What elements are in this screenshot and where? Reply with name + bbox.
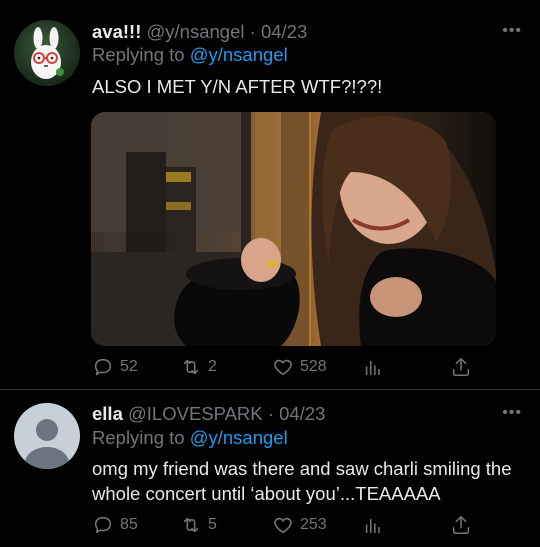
like-icon <box>274 359 292 376</box>
replying-to-handle[interactable]: @y/nsangel <box>190 427 288 448</box>
retweet-button[interactable]: 5 <box>180 514 217 536</box>
retweet-count: 2 <box>208 358 217 375</box>
like-icon <box>274 517 292 534</box>
replying-to: Replying to @y/nsangel <box>92 427 288 449</box>
tweet[interactable]: ella @ILOVESPARK · 04/23 ••• Replying to… <box>0 389 540 547</box>
avatar[interactable] <box>14 20 80 86</box>
default-profile-icon <box>25 419 69 469</box>
reply-count: 52 <box>120 358 138 375</box>
display-name[interactable]: ella <box>92 403 123 424</box>
reply-button[interactable]: 52 <box>92 356 138 378</box>
replying-label: Replying to <box>92 427 185 448</box>
retweet-count: 5 <box>208 516 217 533</box>
like-button[interactable]: 253 <box>272 514 327 536</box>
views-button[interactable] <box>362 514 384 536</box>
handle[interactable]: @ILOVESPARK <box>128 403 263 424</box>
timestamp[interactable]: 04/23 <box>279 403 325 424</box>
like-button[interactable]: 528 <box>272 356 327 378</box>
tweet-header: ella @ILOVESPARK · 04/23 <box>92 403 326 424</box>
tweet-photo[interactable] <box>91 112 496 346</box>
replying-to: Replying to @y/nsangel <box>92 44 288 66</box>
like-count: 528 <box>300 358 327 375</box>
replying-to-handle[interactable]: @y/nsangel <box>190 44 288 65</box>
views-icon <box>365 518 380 534</box>
tweet-header: ava!!! @y/nsangel · 04/23 <box>92 21 308 42</box>
action-bar: 85 5 253 <box>92 514 482 540</box>
tweet-text: omg my friend was there and saw charli s… <box>92 458 512 504</box>
timestamp[interactable]: 04/23 <box>261 21 307 42</box>
views-button[interactable] <box>362 356 384 378</box>
bunny-avatar-icon <box>31 27 64 79</box>
action-bar: 52 2 528 <box>92 356 482 382</box>
reply-icon <box>94 358 112 376</box>
tweet[interactable]: ava!!! @y/nsangel · 04/23 ••• Replying t… <box>0 0 540 389</box>
like-count: 253 <box>300 516 327 533</box>
retweet-icon <box>183 517 199 533</box>
retweet-button[interactable]: 2 <box>180 356 217 378</box>
share-icon <box>452 515 470 535</box>
avatar[interactable] <box>14 403 80 469</box>
more-icon[interactable]: ••• <box>502 22 522 40</box>
reply-button[interactable]: 85 <box>92 514 138 536</box>
share-button[interactable] <box>450 514 472 536</box>
handle[interactable]: @y/nsangel <box>147 21 245 42</box>
reply-count: 85 <box>120 516 138 533</box>
display-name[interactable]: ava!!! <box>92 21 141 42</box>
views-icon <box>365 360 380 376</box>
tweet-text: ALSO I MET Y/N AFTER WTF?!??! <box>92 76 383 97</box>
share-icon <box>452 357 470 377</box>
replying-label: Replying to <box>92 44 185 65</box>
retweet-icon <box>183 359 199 375</box>
share-button[interactable] <box>450 356 472 378</box>
concert-photo-image <box>91 112 496 346</box>
more-icon[interactable]: ••• <box>502 404 522 422</box>
reply-icon <box>94 516 112 534</box>
